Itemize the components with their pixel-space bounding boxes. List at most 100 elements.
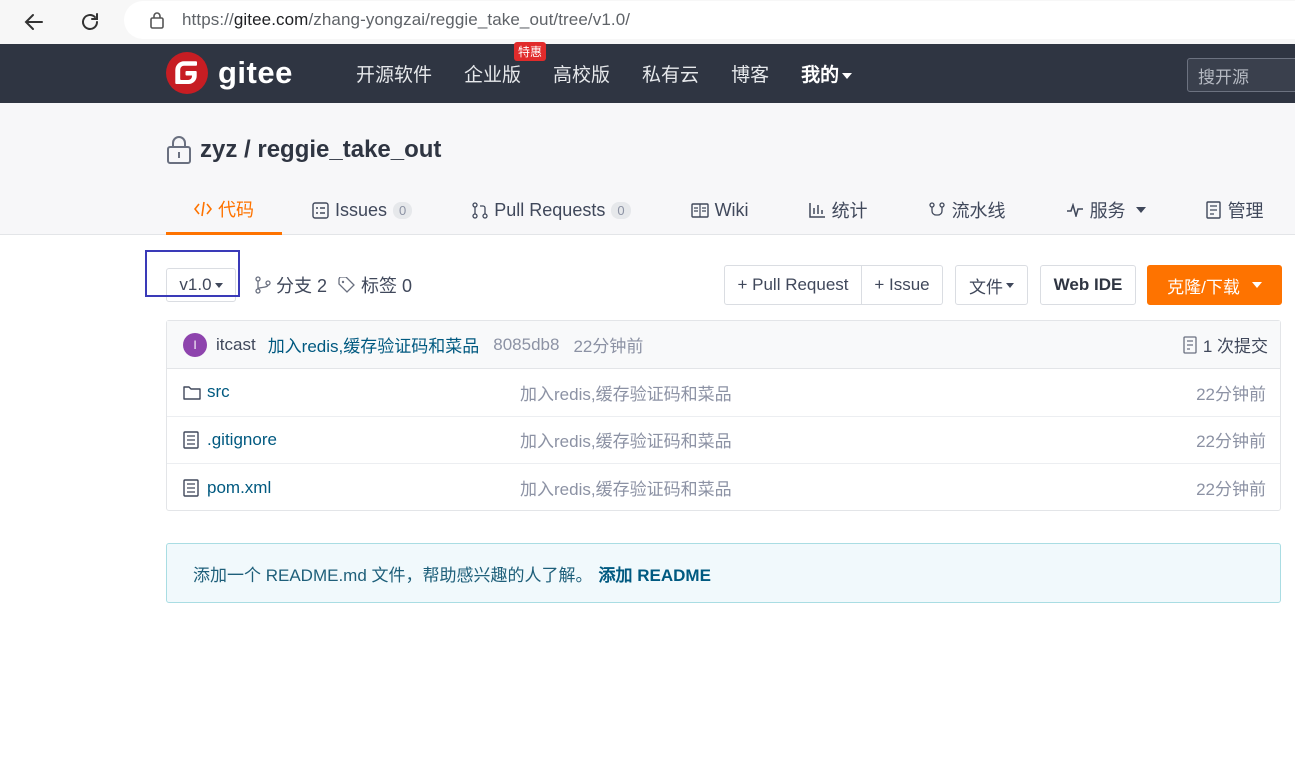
file-list: I itcast 加入redis,缓存验证码和菜品 8085db8 22分钟前 …	[166, 320, 1281, 511]
address-bar[interactable]: https://gitee.com/zhang-yongzai/reggie_t…	[124, 1, 1295, 39]
tags-label: 标签 0	[361, 276, 413, 296]
tag-icon	[338, 277, 355, 293]
tab-service-label: 服务	[1089, 201, 1126, 221]
issues-count-badge: 0	[393, 201, 413, 219]
tab-issues-label: Issues	[335, 199, 388, 220]
repo-name[interactable]: zyz / reggie_take_out	[200, 136, 441, 164]
branch-label: v1.0	[179, 275, 212, 294]
nav-enterprise[interactable]: 企业版 特惠	[464, 42, 547, 87]
commit-count-label: 1 次提交	[1202, 337, 1268, 356]
nav-education[interactable]: 高校版	[553, 60, 610, 87]
file-menu-button[interactable]: 文件	[955, 265, 1028, 305]
back-arrow-icon	[24, 14, 43, 30]
logo-text: gitee	[218, 55, 293, 90]
tab-manage-label: 管理	[1227, 201, 1264, 221]
issues-icon	[312, 201, 329, 219]
search-input[interactable]: 搜开源	[1187, 58, 1295, 92]
gitee-logo[interactable]: gitee	[166, 52, 293, 94]
tab-issues[interactable]: Issues 0	[312, 185, 413, 235]
clone-download-button[interactable]: 克隆/下载	[1147, 265, 1282, 305]
pull-requests-count-badge: 0	[611, 201, 631, 219]
branch-select[interactable]: v1.0	[166, 268, 236, 302]
latest-commit-row: I itcast 加入redis,缓存验证码和菜品 8085db8 22分钟前 …	[167, 321, 1280, 369]
wiki-icon	[690, 202, 709, 218]
file-icon	[183, 431, 199, 449]
nav-mine[interactable]: 我的	[801, 60, 853, 87]
tab-wiki[interactable]: Wiki	[690, 185, 749, 235]
file-name-link[interactable]: pom.xml	[207, 478, 271, 498]
tab-service[interactable]: 服务	[1066, 185, 1146, 235]
search-placeholder: 搜开源	[1198, 67, 1249, 87]
commit-count-link[interactable]: 1 次提交	[1183, 332, 1268, 357]
reload-icon	[82, 13, 98, 30]
readme-notice-text: 添加一个 README.md 文件，帮助感兴趣的人了解。	[193, 565, 593, 585]
branches-link[interactable]: 分支 2	[255, 272, 327, 298]
manage-icon	[1205, 201, 1222, 219]
code-icon	[194, 201, 212, 217]
file-time: 22分钟前	[1196, 480, 1266, 500]
tab-pipeline[interactable]: 流水线	[928, 185, 1006, 235]
add-readme-link[interactable]: 添加 README	[599, 561, 711, 586]
branches-label: 分支 2	[276, 276, 328, 296]
new-issue-button[interactable]: + Issue	[862, 265, 943, 305]
repo-tabs: 代码 Issues 0 Pull Requests 0 Wiki 统计 流水线 服务	[166, 185, 1264, 235]
list-item[interactable]: .gitignore 加入redis,缓存验证码和菜品 22分钟前	[167, 417, 1280, 464]
tab-pull-requests[interactable]: Pull Requests 0	[472, 185, 631, 235]
caret-down-icon	[1251, 282, 1262, 288]
back-button[interactable]	[20, 8, 48, 36]
gitee-logo-icon	[166, 52, 208, 94]
tags-link[interactable]: 标签 0	[338, 272, 412, 298]
main-nav: 开源软件 企业版 特惠 高校版 私有云 博客 我的	[356, 42, 884, 103]
nav-open-source[interactable]: 开源软件	[356, 60, 432, 87]
caret-down-icon	[1135, 207, 1146, 213]
pull-request-icon	[472, 201, 488, 219]
repo-title: zyz / reggie_take_out	[166, 135, 441, 165]
url-text: https://gitee.com/zhang-yongzai/reggie_t…	[182, 10, 631, 29]
file-commit-message[interactable]: 加入redis,缓存验证码和菜品	[520, 427, 732, 452]
tab-stats[interactable]: 统计	[808, 185, 868, 235]
nav-mine-label: 我的	[801, 65, 840, 86]
file-icon	[183, 479, 199, 497]
commit-message-link[interactable]: 加入redis,缓存验证码和菜品	[268, 332, 480, 357]
commits-icon	[1183, 335, 1197, 354]
file-time: 22分钟前	[1196, 384, 1266, 404]
tab-code[interactable]: 代码	[166, 185, 282, 235]
stats-icon	[808, 202, 826, 218]
file-commit-message[interactable]: 加入redis,缓存验证码和菜品	[520, 380, 732, 405]
tab-code-label: 代码	[218, 199, 254, 220]
web-ide-button[interactable]: Web IDE	[1040, 265, 1136, 305]
repo-header: zyz / reggie_take_out 代码 Issues 0 Pull Re…	[0, 103, 1295, 235]
commit-sha[interactable]: 8085db8	[493, 335, 559, 355]
site-header: gitee 开源软件 企业版 特惠 高校版 私有云 博客 我的 搜开源	[0, 42, 1295, 103]
promo-badge: 特惠	[514, 42, 547, 61]
clone-download-label: 克隆/下载	[1167, 277, 1240, 297]
caret-down-icon	[842, 72, 853, 79]
file-name-link[interactable]: .gitignore	[207, 430, 277, 450]
file-name-link[interactable]: src	[207, 382, 230, 402]
pipeline-icon	[928, 201, 946, 219]
nav-blog[interactable]: 博客	[731, 60, 769, 87]
commit-time: 22分钟前	[573, 337, 644, 356]
avatar[interactable]: I	[183, 332, 207, 357]
tab-pipeline-label: 流水线	[951, 201, 1006, 221]
tab-wiki-label: Wiki	[714, 199, 749, 220]
service-icon	[1066, 203, 1084, 217]
caret-down-icon	[1006, 282, 1014, 288]
file-time: 22分钟前	[1196, 432, 1266, 452]
lock-icon	[150, 12, 164, 29]
list-item[interactable]: pom.xml 加入redis,缓存验证码和菜品 22分钟前	[167, 464, 1280, 512]
folder-icon	[183, 385, 201, 400]
tab-pull-requests-label: Pull Requests	[494, 199, 606, 220]
commit-author[interactable]: itcast	[216, 335, 256, 355]
tab-manage[interactable]: 管理	[1205, 185, 1264, 235]
tab-stats-label: 统计	[831, 201, 868, 221]
branch-icon	[255, 276, 271, 294]
readme-notice: 添加一个 README.md 文件，帮助感兴趣的人了解。 添加 README	[166, 543, 1281, 603]
nav-private-cloud[interactable]: 私有云	[642, 60, 699, 87]
file-menu-label: 文件	[969, 277, 1003, 297]
reload-button[interactable]	[76, 8, 104, 36]
list-item[interactable]: src 加入redis,缓存验证码和菜品 22分钟前	[167, 369, 1280, 417]
file-commit-message[interactable]: 加入redis,缓存验证码和菜品	[520, 475, 732, 500]
new-pull-request-button[interactable]: + Pull Request	[724, 265, 862, 305]
nav-enterprise-label: 企业版	[464, 65, 522, 86]
